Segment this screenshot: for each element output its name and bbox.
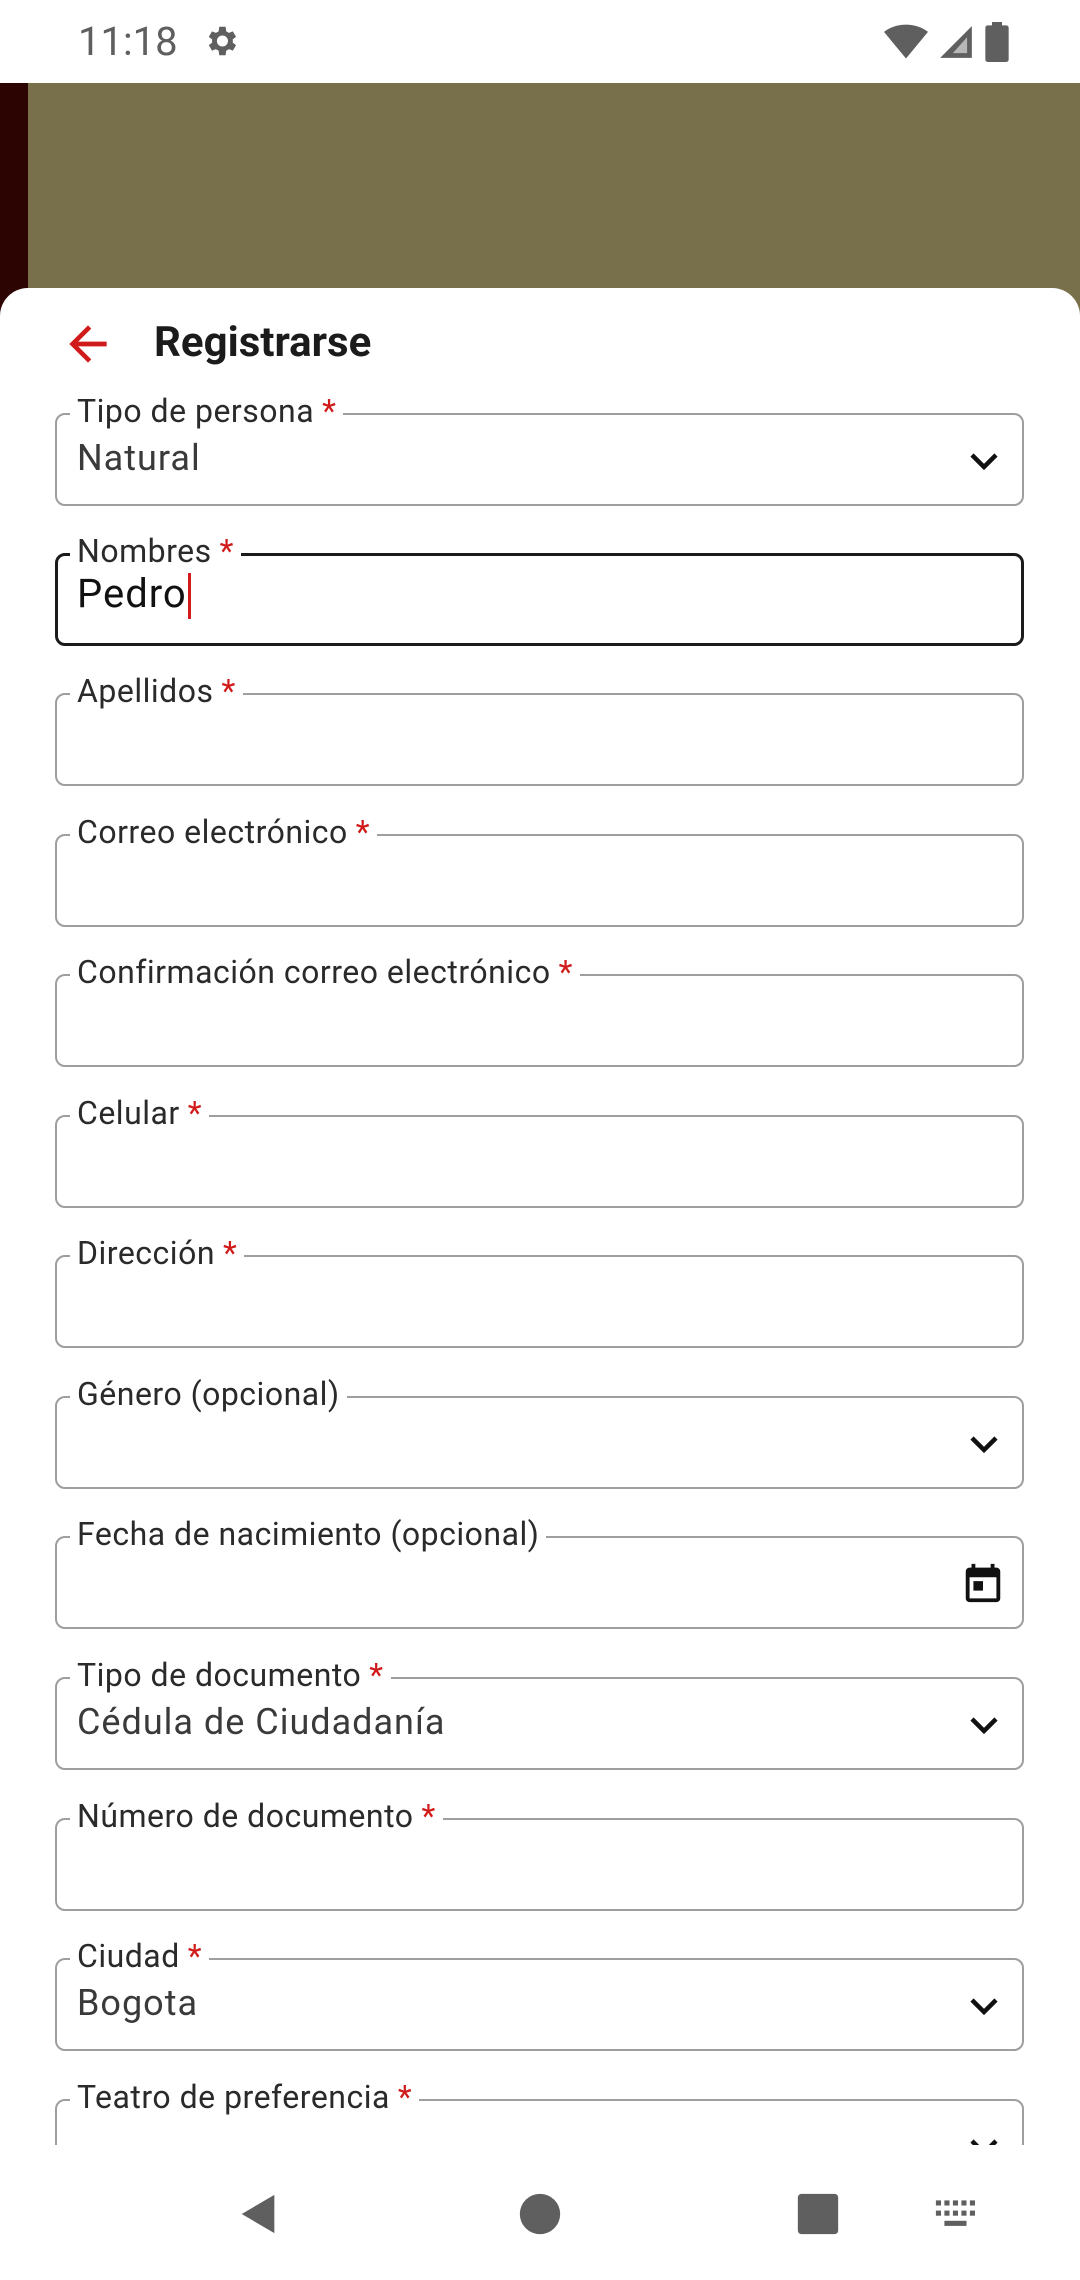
person-type-value: Natural	[77, 437, 201, 479]
document-number-field[interactable]: Número de documento *	[55, 1796, 1024, 1911]
wifi-icon	[884, 23, 928, 65]
first-name-field[interactable]: Nombres * Pedro	[55, 531, 1024, 646]
signal-icon	[936, 23, 976, 65]
field-label: Apellidos *	[70, 671, 243, 711]
city-select[interactable]: Ciudad * Bogota	[55, 1936, 1024, 2051]
field-label: Nombres *	[70, 531, 241, 571]
status-time: 11:18	[78, 18, 178, 65]
field-label: Ciudad *	[70, 1936, 210, 1976]
register-sheet: Registrarse Tipo de persona * Natural Nom…	[0, 288, 1080, 2145]
home-circle-icon[interactable]	[518, 2192, 562, 2240]
document-type-select[interactable]: Tipo de documento * Cédula de Ciudadanía	[55, 1655, 1024, 1770]
email-field[interactable]: Correo electrónico *	[55, 812, 1024, 927]
chevron-down-icon[interactable]	[966, 1707, 1002, 1743]
field-label: Celular *	[70, 1093, 210, 1133]
field-label: Tipo de documento *	[70, 1655, 391, 1695]
field-label: Tipo de persona *	[70, 391, 344, 431]
recents-square-icon[interactable]	[796, 2192, 840, 2240]
chevron-down-icon[interactable]	[966, 2129, 1002, 2145]
required-asterisk: *	[397, 2078, 413, 2116]
required-asterisk: *	[558, 953, 573, 991]
background-screen	[0, 83, 1080, 323]
field-label: Correo electrónico *	[70, 812, 378, 852]
address-field[interactable]: Dirección *	[55, 1233, 1024, 1348]
battery-icon	[984, 22, 1010, 66]
status-bar: 11:18	[0, 0, 1080, 83]
required-asterisk: *	[221, 672, 236, 710]
required-asterisk: *	[219, 532, 234, 570]
required-asterisk: *	[421, 1797, 436, 1835]
required-asterisk: *	[187, 1094, 203, 1132]
gear-icon	[202, 22, 240, 64]
background-edge	[0, 83, 28, 323]
theater-select[interactable]: Teatro de preferencia *	[55, 2077, 1024, 2145]
field-label: Confirmación correo electrónico *	[70, 952, 580, 992]
calendar-icon[interactable]	[960, 1560, 1006, 1606]
email-confirm-field[interactable]: Confirmación correo electrónico *	[55, 952, 1024, 1067]
required-asterisk: *	[322, 392, 337, 430]
city-value: Bogota	[77, 1982, 199, 2024]
chevron-down-icon[interactable]	[966, 1988, 1002, 2024]
last-name-field[interactable]: Apellidos *	[55, 671, 1024, 786]
keyboard-icon[interactable]	[934, 2197, 982, 2235]
required-asterisk: *	[355, 813, 371, 851]
mobile-field[interactable]: Celular *	[55, 1093, 1024, 1208]
navigation-bar	[0, 2145, 1080, 2280]
sheet-header: Registrarse	[0, 288, 1080, 398]
field-label: Fecha de nacimiento (opcional)	[70, 1514, 547, 1554]
text-cursor	[187, 573, 191, 620]
back-triangle-icon[interactable]	[236, 2191, 282, 2241]
first-name-input[interactable]: Pedro	[77, 569, 191, 620]
document-type-value: Cédula de Ciudadanía	[77, 1701, 446, 1743]
required-asterisk: *	[187, 1937, 203, 1975]
gender-select[interactable]: Género (opcional)	[55, 1374, 1024, 1489]
field-label: Número de documento *	[70, 1796, 443, 1836]
arrow-left-icon[interactable]	[60, 316, 116, 372]
field-label: Dirección *	[70, 1233, 245, 1273]
birthdate-field[interactable]: Fecha de nacimiento (opcional)	[55, 1514, 1024, 1629]
page-title: Registrarse	[154, 318, 372, 367]
required-asterisk: *	[369, 1656, 384, 1694]
chevron-down-icon[interactable]	[966, 1426, 1002, 1462]
field-label: Género (opcional)	[70, 1374, 347, 1414]
required-asterisk: *	[223, 1234, 238, 1272]
chevron-down-icon[interactable]	[966, 443, 1002, 479]
person-type-select[interactable]: Tipo de persona * Natural	[55, 391, 1024, 506]
field-label: Teatro de preferencia *	[70, 2077, 420, 2117]
